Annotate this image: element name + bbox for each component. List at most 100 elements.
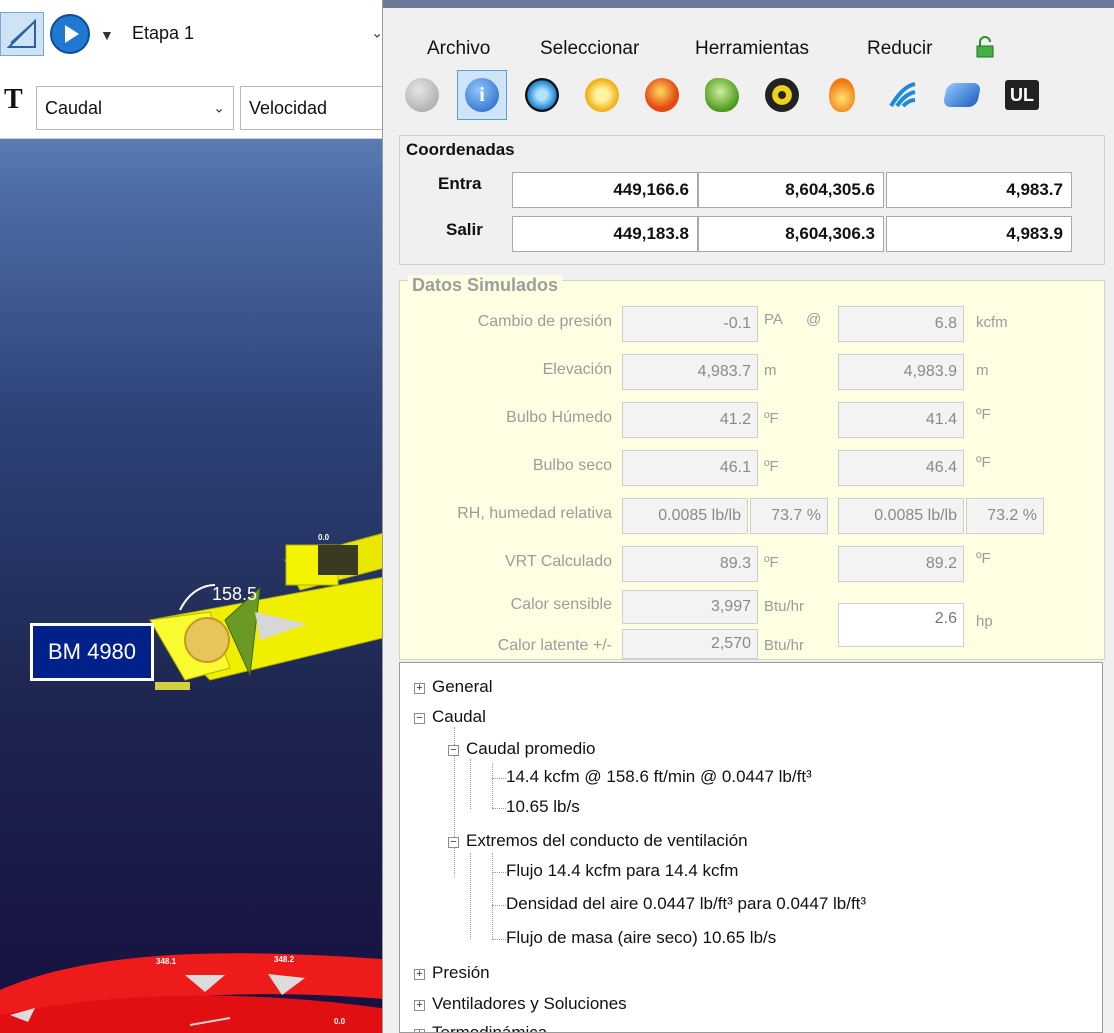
play-dropdown-arrow-icon[interactable]: ▼ bbox=[100, 27, 114, 43]
vrt-out-unit: ºF bbox=[976, 550, 991, 567]
exit-z-field[interactable]: 4,983.9 bbox=[886, 216, 1072, 252]
radiation-icon[interactable] bbox=[757, 70, 807, 120]
pressure-unit: PA bbox=[764, 311, 783, 328]
disabled-circle-icon[interactable] bbox=[397, 70, 447, 120]
elevation-in-unit: m bbox=[764, 362, 777, 379]
elevation-label: Elevación bbox=[542, 361, 612, 378]
entry-label: Entra bbox=[438, 174, 482, 193]
sensible-heat-field[interactable]: 3,997 bbox=[622, 590, 758, 624]
rh-label: RH, humedad relativa bbox=[457, 505, 612, 522]
flow-select[interactable]: Caudal ⌄ bbox=[36, 86, 234, 130]
wet-bulb-in-field[interactable]: 41.2 bbox=[622, 402, 758, 438]
menu-tools[interactable]: Herramientas bbox=[695, 38, 809, 60]
elevation-out-unit: m bbox=[976, 362, 989, 379]
rh-ratio-in-field[interactable]: 0.0085 lb/lb bbox=[622, 498, 748, 534]
3d-viewport[interactable]: 158.5 0.0 348.1 348.2 0.0 BM 4980 ▼ Etap… bbox=[0, 0, 395, 1033]
exit-label: Salir bbox=[446, 220, 483, 239]
sun-heat-icon[interactable] bbox=[577, 70, 627, 120]
wet-bulb-out-unit: ºF bbox=[976, 406, 991, 423]
info-icon[interactable]: i bbox=[457, 70, 507, 120]
rh-percent-in-field[interactable]: 73.7 % bbox=[750, 498, 828, 534]
menu-reduce[interactable]: Reducir bbox=[867, 38, 932, 60]
chevron-down-icon: ⌄ bbox=[213, 99, 225, 116]
collapse-caudal-icon[interactable]: − bbox=[414, 713, 425, 724]
signal-icon[interactable] bbox=[877, 70, 927, 120]
tree-node-presion[interactable]: Presión bbox=[432, 963, 490, 983]
fire-icon[interactable] bbox=[637, 70, 687, 120]
tree-leaf-mass-flow[interactable]: 10.65 lb/s bbox=[506, 797, 580, 817]
expand-ventiladores-icon[interactable]: + bbox=[414, 1000, 425, 1011]
power-unit: hp bbox=[976, 613, 993, 630]
entry-z-field[interactable]: 4,983.7 bbox=[886, 172, 1072, 208]
gas-cloud-icon[interactable] bbox=[697, 70, 747, 120]
fan-blue-icon[interactable] bbox=[517, 70, 567, 120]
tree-node-general[interactable]: General bbox=[432, 677, 492, 697]
entry-y-field[interactable]: 8,604,305.6 bbox=[698, 172, 884, 208]
tree-leaf-flow-summary[interactable]: 14.4 kcfm @ 158.6 ft/min @ 0.0447 lb/ft³ bbox=[506, 767, 812, 787]
book-icon[interactable] bbox=[937, 70, 987, 120]
fan-splash[interactable] bbox=[184, 617, 230, 663]
category-toolbar: i UL bbox=[383, 62, 1114, 132]
tree-leaf-flujo[interactable]: Flujo 14.4 kcfm para 14.4 kcfm bbox=[506, 861, 738, 881]
dry-bulb-in-unit: ºF bbox=[764, 458, 779, 475]
elevation-in-field[interactable]: 4,983.7 bbox=[622, 354, 758, 390]
stage-select[interactable]: Etapa 1 ⌄ bbox=[124, 10, 395, 56]
tree-node-caudal[interactable]: Caudal bbox=[432, 707, 486, 727]
collapse-caudal-promedio-icon[interactable]: − bbox=[448, 745, 459, 756]
vrt-out-field[interactable]: 89.2 bbox=[838, 546, 964, 582]
tree-node-caudal-promedio[interactable]: Caudal promedio bbox=[466, 739, 595, 759]
scene-small-label: 348.2 bbox=[274, 955, 295, 964]
pressure-change-label: Cambio de presión bbox=[477, 313, 612, 330]
airway-flow-label: 158.5 bbox=[212, 584, 258, 604]
tree-node-termo[interactable]: Termodinámica bbox=[432, 1023, 547, 1032]
panel-title-strip bbox=[383, 0, 1114, 8]
wet-bulb-in-unit: ºF bbox=[764, 410, 779, 427]
tree-node-ventiladores[interactable]: Ventiladores y Soluciones bbox=[432, 994, 627, 1014]
rh-percent-out-field[interactable]: 73.2 % bbox=[966, 498, 1044, 534]
rh-ratio-out-field[interactable]: 0.0085 lb/lb bbox=[838, 498, 964, 534]
scene-canvas[interactable] bbox=[0, 0, 395, 1033]
dry-bulb-out-field[interactable]: 46.4 bbox=[838, 450, 964, 486]
expand-presion-icon[interactable]: + bbox=[414, 969, 425, 980]
details-tree[interactable]: + General − Caudal − Caudal promedio 14.… bbox=[399, 662, 1103, 1033]
latent-heat-unit: Btu/hr bbox=[764, 637, 805, 654]
draw-mode-icon[interactable] bbox=[0, 12, 44, 56]
vrt-in-field[interactable]: 89.3 bbox=[622, 546, 758, 582]
text-tool-icon[interactable]: T bbox=[4, 84, 23, 116]
collapse-extremos-icon[interactable]: − bbox=[448, 837, 459, 848]
exit-x-field[interactable]: 449,183.8 bbox=[512, 216, 698, 252]
sensible-heat-label: Calor sensible bbox=[510, 596, 612, 613]
tree-leaf-flujo-masa[interactable]: Flujo de masa (aire seco) 10.65 lb/s bbox=[506, 928, 776, 948]
play-icon[interactable] bbox=[50, 14, 90, 54]
ul-logo-icon[interactable]: UL bbox=[997, 70, 1047, 120]
menu-file[interactable]: Archivo bbox=[427, 38, 490, 60]
properties-panel: Archivo Seleccionar Herramientas Reducir… bbox=[382, 0, 1114, 1033]
at-symbol: @ bbox=[806, 311, 822, 328]
expand-general-icon[interactable]: + bbox=[414, 683, 425, 694]
pressure-flow-unit: kcfm bbox=[976, 314, 1008, 331]
exit-y-field[interactable]: 8,604,306.3 bbox=[698, 216, 884, 252]
simulated-data-title: Datos Simulados bbox=[408, 275, 563, 296]
latent-heat-field[interactable]: 2,570 bbox=[622, 629, 758, 659]
coordinates-title: Coordenadas bbox=[406, 140, 515, 159]
latent-heat-label: Calor latente +/- bbox=[497, 637, 612, 654]
entry-x-field[interactable]: 449,166.6 bbox=[512, 172, 698, 208]
tree-leaf-densidad[interactable]: Densidad del aire 0.0447 lb/ft³ para 0.0… bbox=[506, 894, 866, 914]
pressure-change-field[interactable]: -0.1 bbox=[622, 306, 758, 342]
flame-icon[interactable] bbox=[817, 70, 867, 120]
wet-bulb-out-field[interactable]: 41.4 bbox=[838, 402, 964, 438]
sensible-heat-unit: Btu/hr bbox=[764, 598, 805, 615]
velocity-select-value: Velocidad bbox=[249, 97, 328, 118]
node-label-bm4980[interactable]: BM 4980 bbox=[30, 623, 154, 681]
power-field[interactable]: 2.6 bbox=[838, 603, 964, 647]
menu-bar: Archivo Seleccionar Herramientas Reducir bbox=[383, 8, 1114, 60]
elevation-out-field[interactable]: 4,983.9 bbox=[838, 354, 964, 390]
unlock-icon[interactable] bbox=[975, 36, 995, 58]
tree-node-extremos[interactable]: Extremos del conducto de ventilación bbox=[466, 831, 748, 851]
velocity-select[interactable]: Velocidad bbox=[240, 86, 395, 130]
coordinates-group: Coordenadas Entra Salir 449,166.6 8,604,… bbox=[399, 135, 1105, 265]
menu-select[interactable]: Seleccionar bbox=[540, 38, 639, 60]
pressure-flow-field[interactable]: 6.8 bbox=[838, 306, 964, 342]
expand-termo-icon[interactable]: + bbox=[414, 1029, 425, 1032]
dry-bulb-in-field[interactable]: 46.1 bbox=[622, 450, 758, 486]
